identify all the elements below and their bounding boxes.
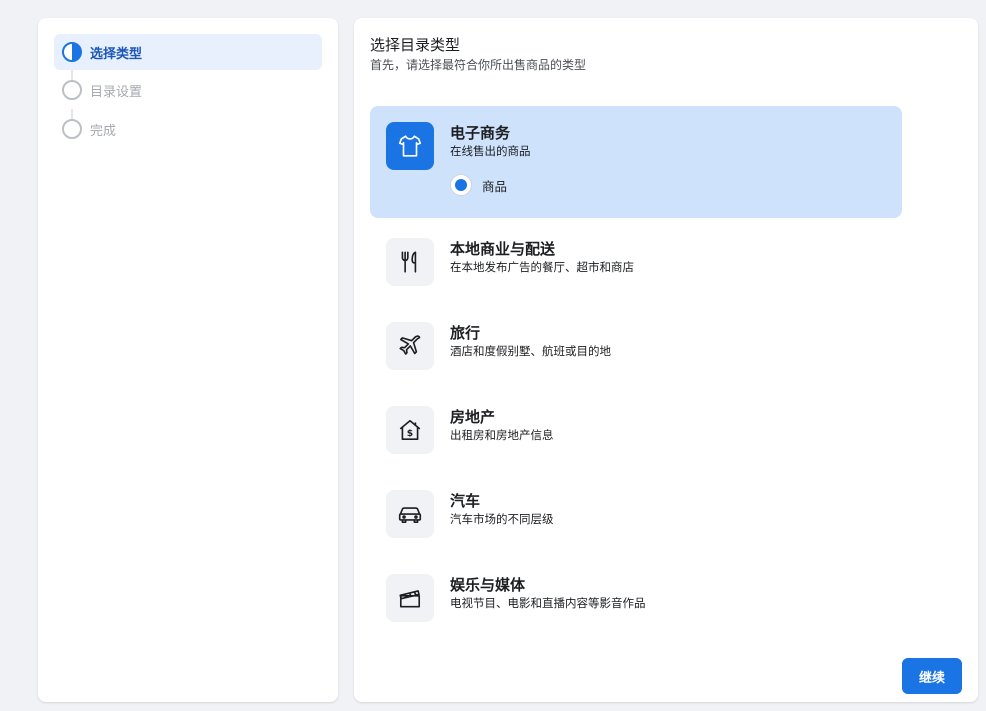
option-local-business[interactable]: 本地商业与配送 在本地发布广告的餐厅、超市和商店 xyxy=(370,234,902,312)
clapperboard-icon xyxy=(386,574,434,622)
option-title: 旅行 xyxy=(450,324,481,342)
option-title: 本地商业与配送 xyxy=(450,240,556,258)
step-catalog-settings[interactable]: 目录设置 xyxy=(54,72,322,108)
catalog-type-panel: 选择目录类型 首先，请选择最符合你所出售商品的类型 电子商务 在线售出的商品 商… xyxy=(354,18,978,702)
option-travel[interactable]: 旅行 酒店和度假别墅、航班或目的地 xyxy=(370,318,902,396)
option-title: 房地产 xyxy=(450,408,496,426)
option-description: 电视节目、电影和直播内容等影音作品 xyxy=(450,596,646,610)
option-title: 娱乐与媒体 xyxy=(450,576,526,594)
option-title: 电子商务 xyxy=(450,124,511,142)
option-description: 在本地发布广告的餐厅、超市和商店 xyxy=(450,260,634,274)
tshirt-icon xyxy=(386,122,434,170)
step-progress-icon xyxy=(62,42,82,62)
car-icon xyxy=(386,490,434,538)
sub-option-products[interactable]: 商品 xyxy=(450,174,507,196)
house-dollar-icon: $ xyxy=(386,406,434,454)
airplane-icon xyxy=(386,322,434,370)
option-description: 酒店和度假别墅、航班或目的地 xyxy=(450,344,611,358)
option-description: 出租房和房地产信息 xyxy=(450,428,554,442)
step-pending-icon xyxy=(62,80,82,100)
svg-text:$: $ xyxy=(407,428,413,439)
option-real-estate[interactable]: $ 房地产 出租房和房地产信息 xyxy=(370,402,902,480)
radio-button[interactable] xyxy=(450,174,472,196)
step-select-type[interactable]: 选择类型 xyxy=(54,34,322,70)
radio-label: 商品 xyxy=(482,178,508,194)
option-description: 汽车市场的不同层级 xyxy=(450,512,554,526)
step-complete[interactable]: 完成 xyxy=(54,111,322,147)
stepper-panel: 选择类型 目录设置 完成 xyxy=(38,18,338,702)
option-description: 在线售出的商品 xyxy=(450,144,531,158)
option-entertainment-media[interactable]: 娱乐与媒体 电视节目、电影和直播内容等影音作品 xyxy=(370,570,902,648)
radio-selected-dot xyxy=(455,179,467,191)
option-auto[interactable]: 汽车 汽车市场的不同层级 xyxy=(370,486,902,564)
step-label: 选择类型 xyxy=(90,46,143,62)
continue-button[interactable]: 继续 xyxy=(902,658,962,694)
fork-knife-icon xyxy=(386,238,434,286)
page-title: 选择目录类型 xyxy=(370,36,461,54)
option-ecommerce[interactable]: 电子商务 在线售出的商品 商品 xyxy=(370,106,902,218)
option-title: 汽车 xyxy=(450,492,481,510)
step-label: 完成 xyxy=(90,123,117,139)
page-subtitle: 首先，请选择最符合你所出售商品的类型 xyxy=(370,58,587,72)
step-label: 目录设置 xyxy=(90,84,143,100)
step-pending-icon xyxy=(62,119,82,139)
